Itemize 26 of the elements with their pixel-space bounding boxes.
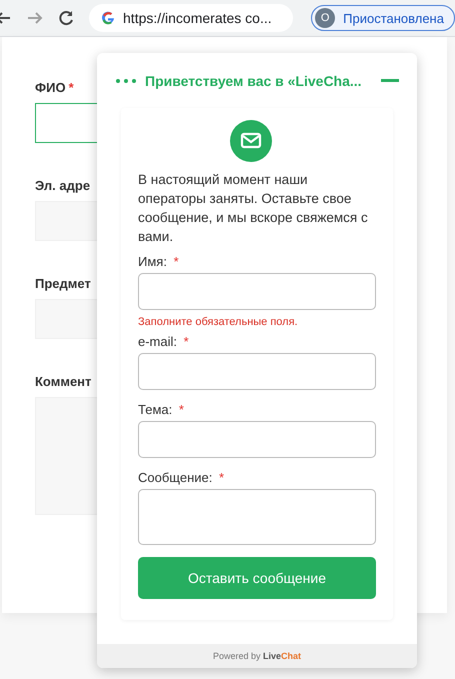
input-field[interactable] <box>138 353 376 390</box>
field-label: e-mail: * <box>138 334 190 349</box>
field-label: Эл. адре <box>35 178 90 193</box>
input-field[interactable] <box>138 273 376 310</box>
google-logo-icon <box>101 11 116 25</box>
address-bar[interactable]: https://incomerates co... <box>89 4 294 32</box>
mail-icon <box>230 120 272 162</box>
field-label: Коммент <box>35 374 92 389</box>
chat-title: Приветствуем вас в «LiveCha... <box>145 72 363 88</box>
input-field[interactable] <box>35 103 97 143</box>
field-label: ФИО * <box>35 80 74 95</box>
field-label: Сообщение: * <box>138 470 226 485</box>
profile-button[interactable]: O Приостановлена <box>311 5 455 31</box>
message-field[interactable] <box>138 489 376 545</box>
field-label: Тема: * <box>138 402 185 417</box>
profile-avatar: O <box>315 8 336 28</box>
dots-icon[interactable] <box>116 78 136 82</box>
error-text: Заполните обязательные поля. <box>138 316 299 328</box>
field-label: Имя: * <box>138 254 180 269</box>
input-field[interactable] <box>138 421 376 458</box>
comment-field[interactable] <box>35 397 97 515</box>
field-label: Предмет <box>35 276 91 291</box>
powered-by-text: Powered by LiveChat <box>212 651 302 661</box>
intro-text: В настоящий момент наши операторы заняты. Оставьте свое сообщение, и мы вскоре свяжемся с вами. <box>138 171 369 246</box>
minimize-icon[interactable] <box>381 79 399 82</box>
reload-icon <box>57 9 76 27</box>
